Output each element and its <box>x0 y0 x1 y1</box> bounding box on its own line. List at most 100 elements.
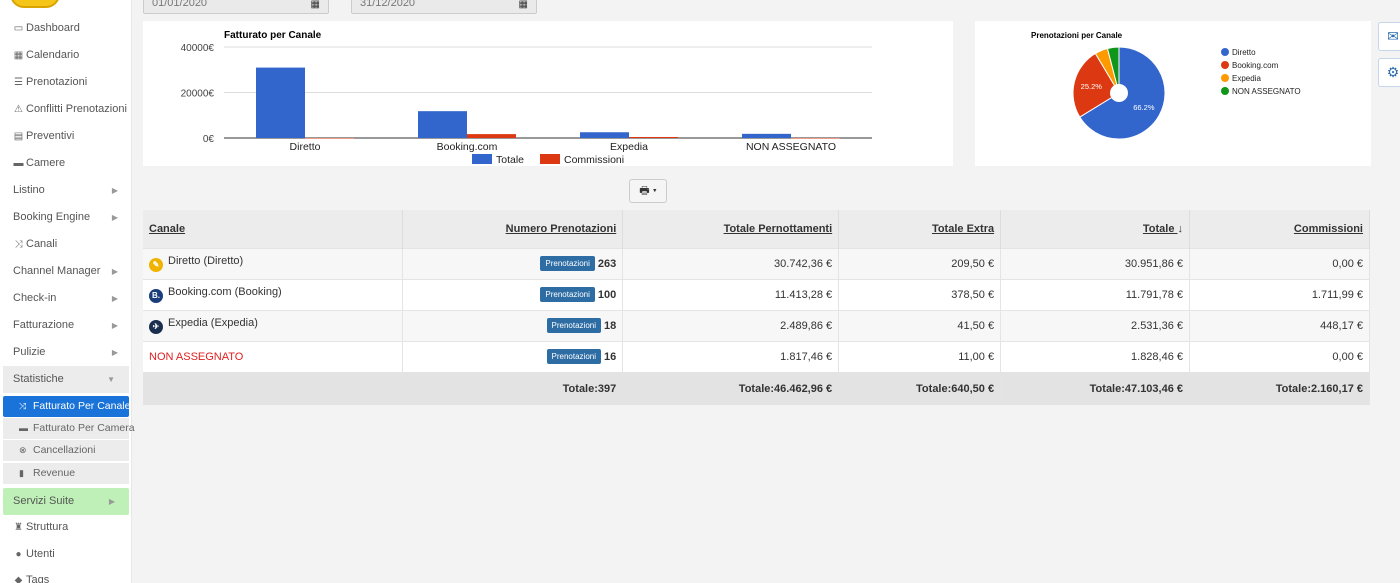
cell-totale: 30.951,86 € <box>1000 247 1191 279</box>
pie-chart-panel: Prenotazioni per Canale 66.2% 25.2% Diretto… <box>975 21 1371 166</box>
logo[interactable] <box>10 0 60 8</box>
user-icon: ● <box>15 549 22 560</box>
sidebar-item-listino[interactable]: Listino ▶ <box>0 177 132 204</box>
sidebar-item-channel-manager[interactable]: Channel Manager ▶ <box>0 258 132 285</box>
settings-button[interactable]: ⚙ <box>1378 58 1400 87</box>
bar-chart-panel: Fatturato per Canale 0€ 20000€ 40000€ Dirett… <box>143 21 953 166</box>
x-tick-label: Diretto <box>290 141 321 153</box>
bar-commissioni[interactable] <box>467 134 516 138</box>
sidebar-subitem-label: Cancellazioni <box>33 444 96 456</box>
pie-slice-label: 25.2% <box>1081 82 1103 91</box>
sidebar-item-check-in[interactable]: Check-in ▶ <box>0 285 132 312</box>
prenotazioni-button[interactable]: Prenotazioni <box>540 287 595 302</box>
sidebar-item-label: Canali <box>26 238 58 250</box>
cell-numero: Prenotazioni 263 <box>402 247 624 279</box>
channel-name: Booking.com (Booking) <box>168 286 282 298</box>
prenotazioni-button[interactable]: Prenotazioni <box>546 318 601 333</box>
sidebar-item-fatturazione[interactable]: Fatturazione ▶ <box>0 312 132 339</box>
bar-totale[interactable] <box>580 132 629 138</box>
chevron-right-icon: ▶ <box>111 213 118 222</box>
cell-canale: B. Booking.com (Booking) <box>143 278 404 310</box>
channel-name: Diretto (Diretto) <box>168 255 244 267</box>
date-from-input[interactable]: 01/01/2020 ▦ <box>143 0 329 14</box>
calendar-icon[interactable]: ▦ <box>311 0 320 13</box>
caret-down-icon: ▾ <box>652 185 657 197</box>
sidebar-item-booking-engine[interactable]: Booking Engine ▶ <box>0 204 132 231</box>
sidebar-subitem-fatturato-canale[interactable]: ⤨ Fatturato Per Canale <box>3 396 130 417</box>
mail-button[interactable]: ✉ <box>1378 22 1400 51</box>
shuffle-icon: ⤨ <box>19 401 27 411</box>
calendar-icon[interactable]: ▦ <box>519 0 528 13</box>
legend-swatch <box>1221 61 1229 69</box>
sidebar-item-dashboard[interactable]: ▭ Dashboard <box>0 15 132 42</box>
cell-canale: ✎ Diretto (Diretto) <box>143 247 404 279</box>
settings-icon: ⚙ <box>1386 64 1400 80</box>
cell-numero: Prenotazioni 100 <box>402 278 624 310</box>
bar-commissioni[interactable] <box>629 136 678 138</box>
legend-label: Commissioni <box>564 154 624 166</box>
sidebar-item-calendario[interactable]: ▦ Calendario <box>0 42 132 69</box>
sidebar-item-conflitti[interactable]: ⚠ Conflitti Prenotazioni <box>0 96 132 123</box>
bar-totale[interactable] <box>418 111 467 138</box>
sidebar-item-preventivi[interactable]: ▤ Preventivi <box>0 123 132 150</box>
bed-icon: ▬ <box>19 423 28 433</box>
bar-commissioni[interactable] <box>791 138 840 139</box>
sidebar-item-camere[interactable]: ▬ Camere <box>0 150 132 177</box>
legend-swatch <box>1221 87 1229 95</box>
pie-chart: Prenotazioni per Canale 66.2% 25.2% Diretto… <box>1031 31 1301 140</box>
cancel-icon: ⊗ <box>19 445 27 455</box>
bar-totale[interactable] <box>742 133 791 138</box>
cell-totale: 2.531,36 € <box>1000 309 1191 341</box>
date-to-input[interactable]: 31/12/2020 ▦ <box>351 0 537 14</box>
bar-totale[interactable] <box>256 67 305 138</box>
sidebar-item-label: Conflitti Prenotazioni <box>26 103 127 115</box>
sidebar-item-statistiche[interactable]: Statistiche ▼ <box>3 366 129 393</box>
sidebar-item-label: Statistiche <box>13 373 64 385</box>
bed-icon: ▬ <box>13 158 24 169</box>
cell-commissioni: 0,00 € <box>1189 340 1370 372</box>
calendar-icon: ▦ <box>13 50 24 61</box>
building-icon: ♜ <box>14 522 23 533</box>
column-header-totale[interactable]: Totale ↓ <box>1000 210 1191 248</box>
sidebar-subitem-revenue[interactable]: ▮ Revenue <box>3 463 129 484</box>
prenotazioni-button[interactable]: Prenotazioni <box>540 256 595 271</box>
prenotazioni-button[interactable]: Prenotazioni <box>546 349 601 364</box>
date-to-value: 31/12/2020 <box>360 0 416 9</box>
legend-label: Booking.com <box>1232 61 1279 70</box>
sidebar-item-tags[interactable]: ◆ Tags <box>0 567 132 583</box>
table-row: B. Booking.com (Booking) Prenotazioni 100 11… <box>143 278 1370 310</box>
sidebar-item-prenotazioni[interactable]: ☰ Prenotazioni <box>0 69 132 96</box>
cell-pernottamenti: 11.413,28 € <box>622 278 840 310</box>
legend-swatch <box>540 154 560 164</box>
x-tick-label: NON ASSEGNATO <box>746 141 836 153</box>
cell-numero: Prenotazioni 16 <box>402 340 624 372</box>
chevron-right-icon: ▶ <box>111 321 118 330</box>
legend-label: Totale <box>496 154 524 166</box>
cell-totale: 11.791,78 € <box>1000 278 1191 310</box>
sidebar-item-label: Fatturazione <box>13 319 75 331</box>
bar-commissioni[interactable] <box>305 138 354 139</box>
sidebar-item-canali[interactable]: ⤨ Canali <box>0 231 132 258</box>
bar-chart: Fatturato per Canale 0€ 20000€ 40000€ Dirett… <box>181 30 872 166</box>
sidebar-item-servizi-suite[interactable]: Servizi Suite ▶ <box>3 488 129 515</box>
table-row: ✈ Expedia (Expedia) Prenotazioni 18 2.489,86… <box>143 309 1370 341</box>
chevron-right-icon: ▶ <box>111 294 118 303</box>
sidebar-item-utenti[interactable]: ● Utenti <box>0 541 132 568</box>
column-header-numero[interactable]: Numero Prenotazioni <box>402 210 624 248</box>
cell-pernottamenti: 2.489,86 € <box>622 309 840 341</box>
sidebar-item-pulizie[interactable]: Pulizie ▶ <box>0 339 132 366</box>
tag-icon: ◆ <box>14 575 23 583</box>
column-header-canale[interactable]: Canale <box>143 210 404 248</box>
document-icon: ▤ <box>13 131 24 142</box>
total-commissioni: Totale:2.160,17 € <box>1189 371 1370 405</box>
sidebar-subitem-cancellazioni[interactable]: ⊗ Cancellazioni <box>3 440 129 461</box>
sidebar-item-label: Camere <box>26 157 66 169</box>
column-header-extra[interactable]: Totale Extra <box>838 210 1002 248</box>
column-header-pernottamenti[interactable]: Totale Pernottamenti <box>622 210 840 248</box>
sidebar-item-struttura[interactable]: ♜ Struttura <box>0 514 132 541</box>
x-tick-label: Expedia <box>610 141 648 153</box>
sidebar-subitem-fatturato-camera[interactable]: ▬ Fatturato Per Camera <box>3 418 135 439</box>
column-header-commissioni[interactable]: Commissioni <box>1189 210 1370 248</box>
cell-pernottamenti: 1.817,46 € <box>622 340 840 372</box>
print-button[interactable]: 🖶 ▾ <box>629 179 667 203</box>
